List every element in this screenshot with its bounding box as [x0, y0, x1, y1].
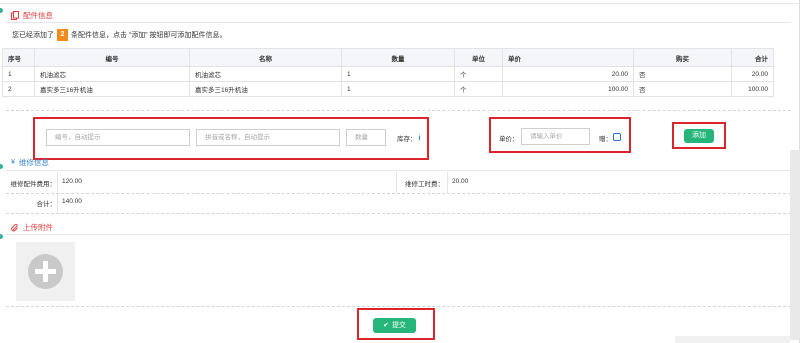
col-header-total: 合计: [731, 48, 774, 67]
quantity-input[interactable]: 数量: [346, 129, 386, 146]
attachment-bottom-dash: [6, 306, 791, 307]
labor-fee-value: 20.00: [452, 178, 469, 185]
parts-title-divider: [6, 22, 791, 23]
cell-unit: 个: [454, 81, 503, 97]
submit-button[interactable]: ✔ 提交: [373, 318, 416, 333]
cell-qty: 1: [341, 81, 455, 97]
paperclip-icon: [11, 223, 19, 231]
cell-name: 嘉实多三16升机油: [189, 81, 342, 97]
cell-no: 2: [2, 81, 35, 97]
form-panel: 配件信息 您已经添加了 2 条配件信息，点击 “添加” 按钮即可添加配件信息。 …: [0, 0, 800, 343]
cell-price: 100.00: [502, 81, 634, 97]
total-fee-label: 合计：: [36, 201, 57, 208]
plus-icon: [28, 254, 63, 289]
table-row: 2 嘉实多三16升机油 嘉实多三16升机油 1 个 100.00 否 100.0…: [2, 81, 774, 97]
service-section-header: ¥ 维修信息: [11, 157, 49, 168]
cell-no: 1: [2, 66, 35, 82]
gift-label: 赠：: [599, 136, 612, 143]
document-icon: [11, 11, 19, 20]
col-header-price: 单价: [502, 48, 634, 67]
table-bottom-dash: [6, 110, 791, 111]
table-row: 1 机油滤芯 机油滤芯 1 个 20.00 否 20.00 修改删除: [2, 66, 774, 82]
resize-handle[interactable]: [0, 164, 3, 169]
service-title-divider: [6, 170, 791, 171]
wrench-icon: ¥: [11, 159, 15, 166]
notice-suffix: 条配件信息，点击 “添加” 按钮即可添加配件信息。: [71, 32, 227, 39]
attachment-title-divider: [6, 234, 791, 235]
price-label: 单价：: [499, 136, 519, 143]
cell-qty: 1: [341, 66, 455, 82]
stock-label: 库存：: [397, 136, 417, 143]
labor-fee-label: 维修工时费：: [405, 181, 444, 188]
parts-notice: 您已经添加了 2 条配件信息，点击 “添加” 按钮即可添加配件信息。: [12, 29, 227, 41]
top-divider: [0, 3, 800, 4]
service-section-title: 维修信息: [18, 158, 49, 167]
attachment-section-title: 上传附件: [23, 223, 53, 232]
info-bottom-dash: [6, 213, 791, 214]
cell-total: 100.00: [731, 81, 774, 97]
part-code-input[interactable]: 编号，自动提示: [46, 129, 190, 146]
info-col-divider: [447, 172, 448, 193]
table-header-row: 序号 编号 名称 数量 单位 单价 购买 合计 操作: [2, 48, 774, 67]
parts-table: 序号 编号 名称 数量 单位 单价 购买 合计 操作 1 机油滤芯 机油滤芯 1…: [2, 48, 774, 97]
cell-total: 20.00: [731, 66, 774, 82]
parts-fee-label: 维修配件费用：: [10, 181, 57, 188]
total-fee-value: 140.00: [62, 198, 82, 205]
notice-prefix: 您已经添加了: [12, 32, 54, 39]
resize-handle[interactable]: [0, 8, 3, 13]
col-header-name: 名称: [189, 48, 342, 67]
col-header-code: 编号: [34, 48, 190, 67]
cell-buy: 否: [633, 81, 732, 97]
attachment-section-header: 上传附件: [11, 222, 53, 233]
parts-count-badge: 2: [57, 29, 68, 41]
submit-button-label: 提交: [391, 322, 406, 329]
upload-area[interactable]: [16, 242, 75, 301]
parts-section-header: 配件信息: [11, 10, 53, 21]
stock-indicator: 库存： i: [397, 133, 421, 144]
col-header-no: 序号: [2, 48, 35, 67]
check-icon: ✔: [383, 322, 389, 329]
parts-section-title: 配件信息: [23, 11, 53, 20]
cell-price: 20.00: [502, 66, 634, 82]
cell-code: 机油滤芯: [34, 66, 190, 82]
col-header-buy: 购买: [633, 48, 732, 67]
info-row-dash: [6, 193, 791, 194]
footer-strip: [675, 336, 790, 343]
cell-code: 嘉实多三16升机油: [34, 81, 190, 97]
cell-unit: 个: [454, 66, 503, 82]
part-name-input[interactable]: 拼音或名称，自动提示: [196, 129, 340, 146]
gift-checkbox[interactable]: [613, 133, 621, 141]
cell-name: 机油滤芯: [189, 66, 342, 82]
cell-buy: 否: [633, 66, 732, 82]
add-button[interactable]: 添加: [684, 129, 714, 143]
parts-fee-value: 120.00: [62, 178, 82, 185]
col-header-qty: 数量: [341, 48, 455, 67]
col-header-unit: 单位: [454, 48, 503, 67]
scrollbar-track[interactable]: [790, 150, 800, 340]
info-icon[interactable]: i: [419, 135, 421, 142]
unit-price-input[interactable]: 请输入单价: [521, 128, 590, 145]
resize-handle[interactable]: [0, 234, 3, 239]
